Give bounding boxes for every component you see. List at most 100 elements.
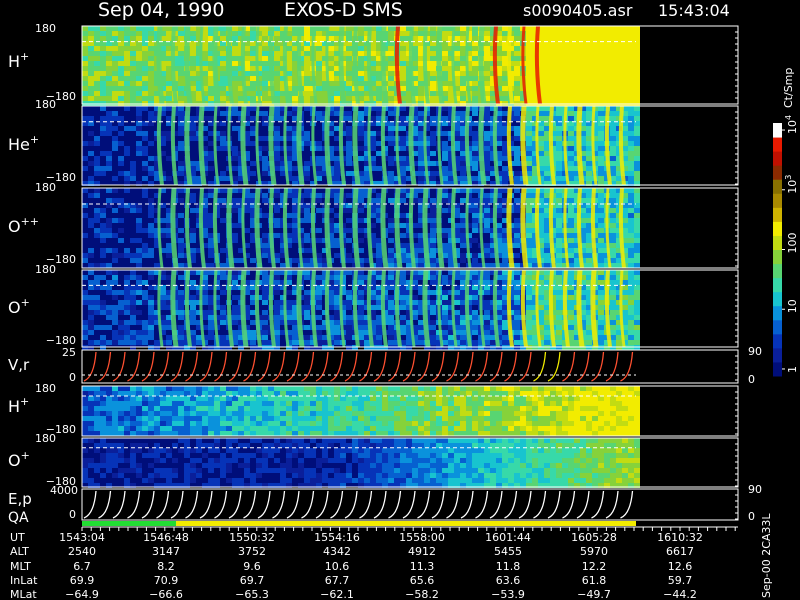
heatmap-cell [130,61,136,66]
heatmap-cell [598,106,604,111]
heatmap-cell [634,263,640,268]
heatmap-cell [514,233,520,238]
heatmap-cell [556,223,562,228]
heatmap-cell [142,146,148,151]
heatmap-cell [448,96,454,101]
heatmap-cell [628,111,634,116]
heatmap-cell [442,275,448,280]
heatmap-cell [112,315,118,320]
heatmap-cell [106,280,112,285]
heatmap-cell [346,66,352,71]
heatmap-cell [538,218,544,223]
heatmap-cell [418,253,424,258]
heatmap-cell [136,91,142,96]
heatmap-cell [118,238,124,243]
heatmap-cell [124,253,130,258]
heatmap-cell [598,300,604,305]
heatmap-cell [82,300,88,305]
heatmap-cell [634,91,640,96]
heatmap-cell [106,310,112,315]
heatmap-cell [250,46,256,51]
heatmap-cell [202,295,208,300]
heatmap-cell [622,305,628,310]
heatmap-cell [148,66,154,71]
heatmap-cell [94,275,100,280]
heatmap-cell [304,193,310,198]
heatmap-cell [250,106,256,111]
heatmap-cell [274,31,280,36]
heatmap-cell [388,315,394,320]
heatmap-cell [376,253,382,258]
heatmap-cell [262,81,268,86]
heatmap-cell [358,66,364,71]
heatmap-cell [166,71,172,76]
heatmap-cell [634,325,640,330]
heatmap-cell [484,325,490,330]
heatmap-cell [82,258,88,263]
heatmap-cell [622,295,628,300]
heatmap-cell [118,141,124,146]
heatmap-cell [190,116,196,121]
heatmap-cell [304,213,310,218]
heatmap-cell [118,171,124,176]
heatmap-cell [430,228,436,233]
heatmap-cell [472,91,478,96]
heatmap-cell [388,176,394,181]
heatmap-cell [82,66,88,71]
heatmap-cell [598,126,604,131]
heatmap-cell [598,71,604,76]
heatmap-cell [514,61,520,66]
heatmap-cell [112,330,118,335]
heatmap-cell [502,86,508,91]
panel-he-plus [82,105,640,186]
heatmap-cell [622,310,628,315]
heatmap-cell [316,141,322,146]
heatmap-cell [232,330,238,335]
heatmap-cell [346,253,352,258]
heatmap-cell [460,91,466,96]
heatmap-cell [82,166,88,171]
heatmap-cell [142,131,148,136]
heatmap-cell [148,116,154,121]
heatmap-cell [454,310,460,315]
heatmap-cell [556,320,562,325]
heatmap-cell [442,325,448,330]
heatmap-cell [316,31,322,36]
heatmap-cell [634,188,640,193]
heatmap-cell [610,295,616,300]
heatmap-cell [346,116,352,121]
heatmap-cell [136,290,142,295]
heatmap-cell [634,96,640,101]
heatmap-cell [628,233,634,238]
heatmap-cell [388,51,394,56]
heatmap-cell [112,258,118,263]
heatmap-cell [316,300,322,305]
heatmap-cell [136,320,142,325]
heatmap-cell [364,96,370,101]
heatmap-cell [106,340,112,345]
heatmap-cell [400,166,406,171]
heatmap-cell [442,198,448,203]
heatmap-cell [430,56,436,61]
heatmap-cell [502,26,508,31]
heatmap-cell [388,136,394,141]
heatmap-cell [598,253,604,258]
heatmap-cell [136,51,142,56]
heatmap-cell [526,66,532,71]
heatmap-cell [502,36,508,41]
heatmap-cell [610,56,616,61]
heatmap-cell [106,188,112,193]
heatmap-cell [622,66,628,71]
heatmap-cell [208,193,214,198]
heatmap-cell [304,176,310,181]
heatmap-cell [118,325,124,330]
heatmap-cell [166,31,172,36]
heatmap-cell [94,46,100,51]
heatmap-cell [178,315,184,320]
heatmap-cell [376,116,382,121]
heatmap-cell [304,66,310,71]
heatmap-cell [334,270,340,275]
heatmap-cell [586,176,592,181]
heatmap-cell [106,325,112,330]
heatmap-cell [418,91,424,96]
